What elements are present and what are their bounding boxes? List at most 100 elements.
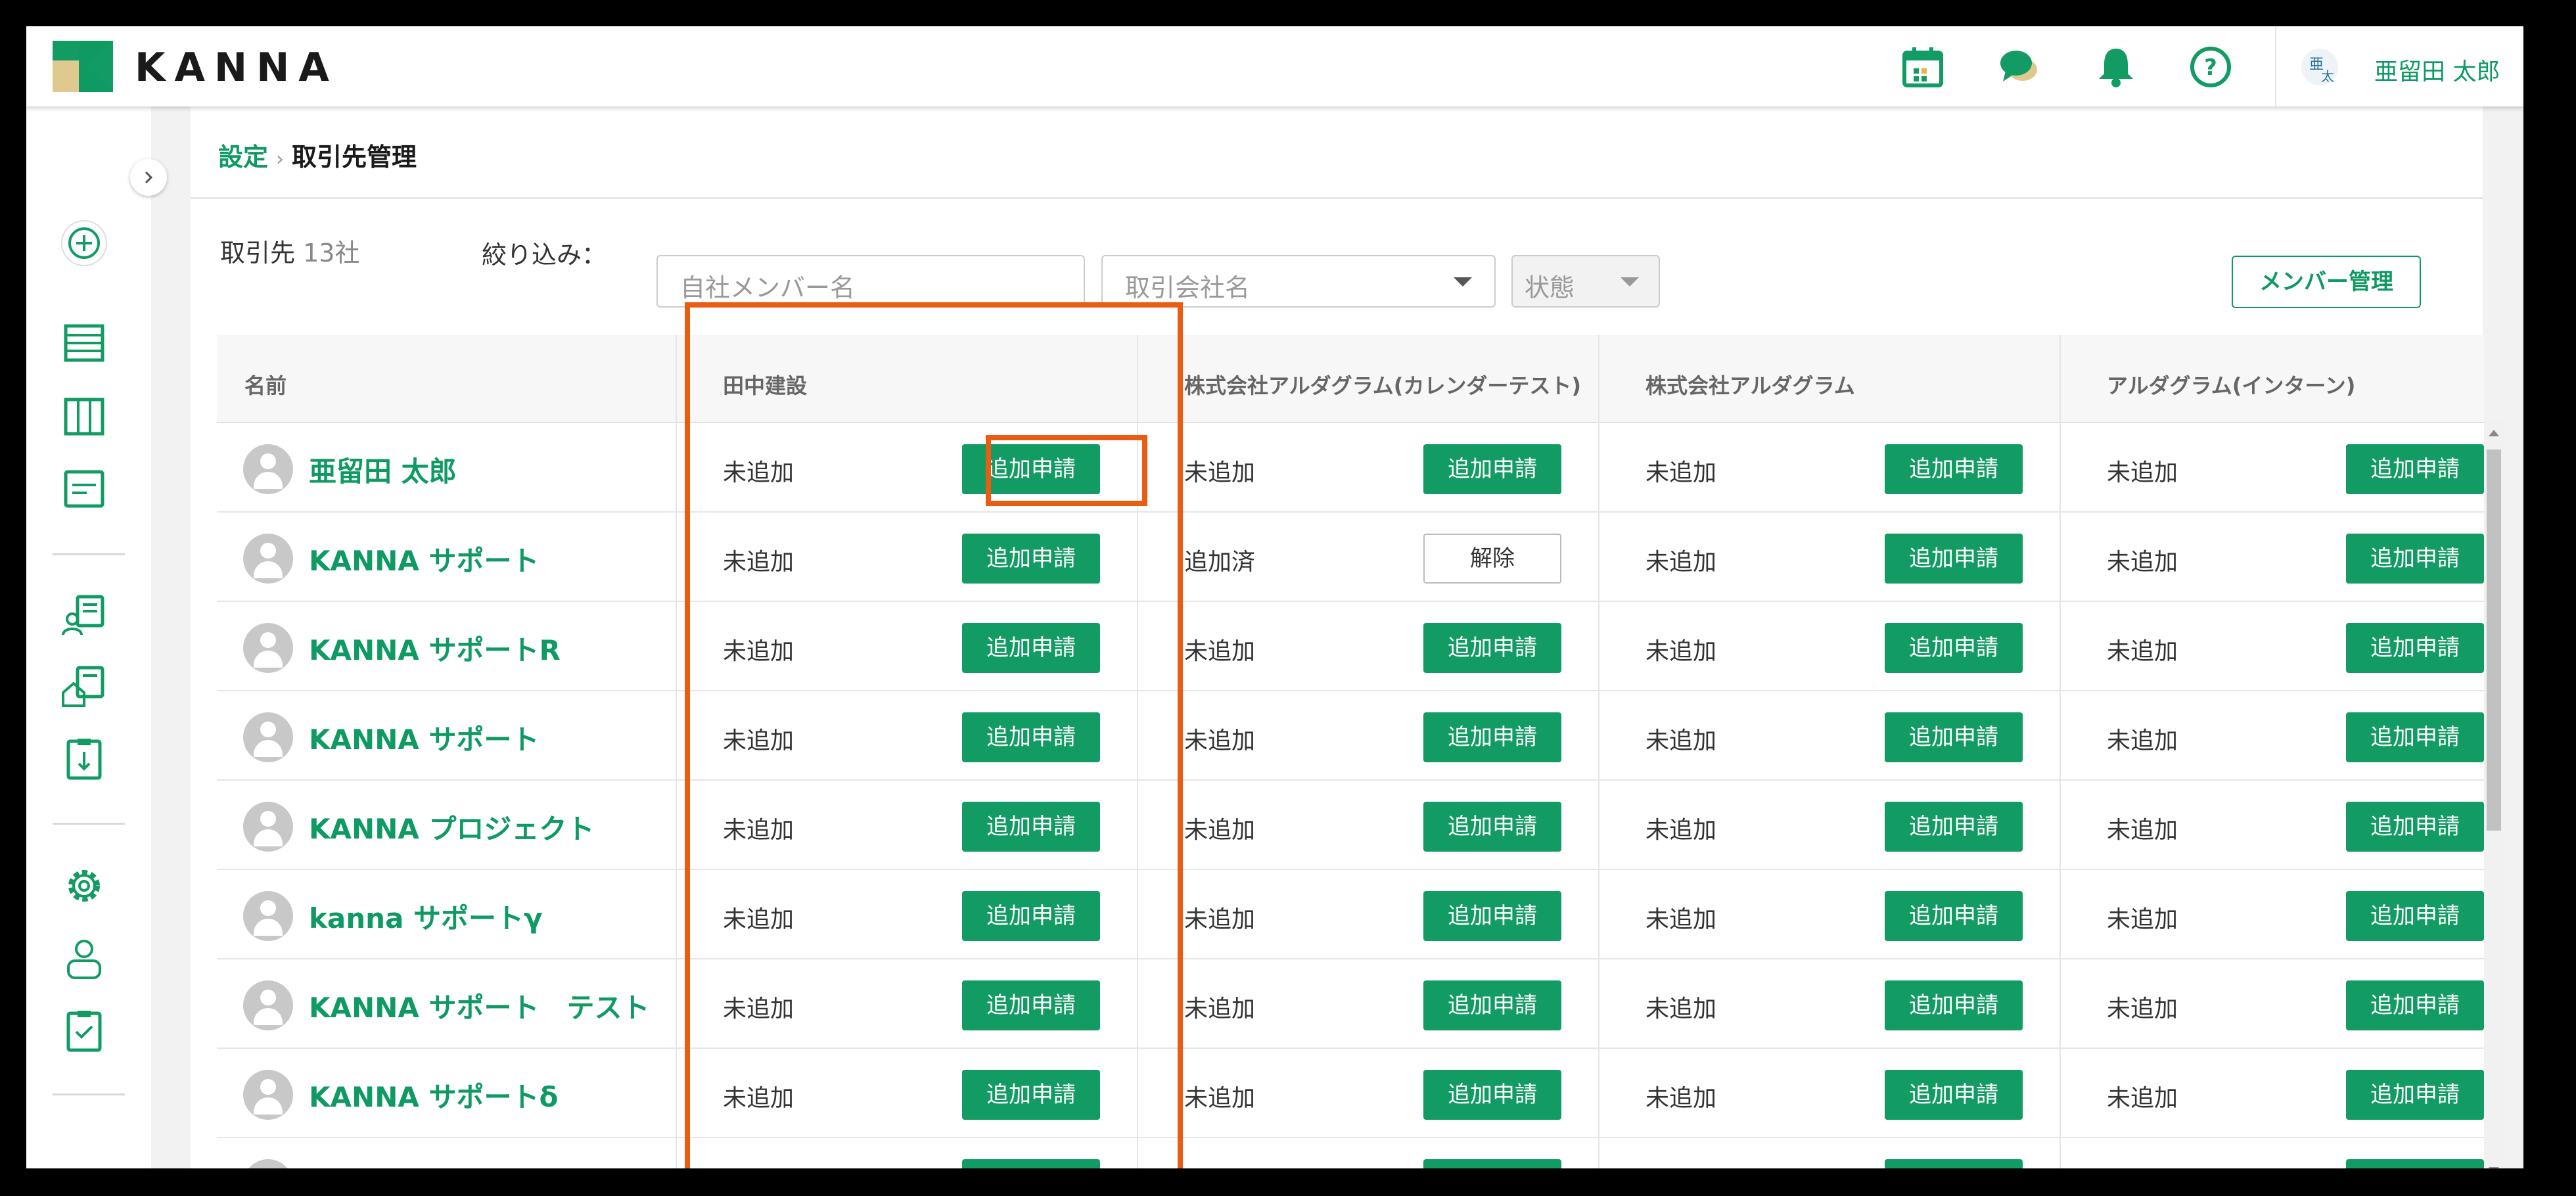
breadcrumb-current: 取引先管理 xyxy=(292,143,417,172)
membership-status: 未追加 xyxy=(1184,906,1256,933)
table-row: KANNA サポート 未追加 追加申請 未追加 追加申請 未追加 追加申請 未追加 追加申請 xyxy=(217,691,2484,781)
add-request-button[interactable]: 追加申請 xyxy=(1885,712,2023,762)
member-name-link[interactable]: KANNA サポート xyxy=(309,539,539,579)
add-request-button[interactable]: 追加申請 xyxy=(1423,802,1561,852)
document-icon[interactable] xyxy=(60,465,108,513)
user-avatar-icon xyxy=(243,534,293,584)
help-icon[interactable]: ? xyxy=(2188,45,2233,89)
table-row: KANNA サポートR 未追加 追加申請 未追加 追加申請 未追加 追加申請 未追加 追加申請 xyxy=(217,602,2484,691)
membership-status: 未追加 xyxy=(1645,459,1717,486)
add-request-button[interactable]: 追加申請 xyxy=(1423,980,1561,1030)
add-request-button[interactable]: 追加申請 xyxy=(1885,980,2023,1030)
vertical-scrollbar[interactable] xyxy=(2484,421,2504,1168)
add-request-button[interactable]: 追加申請 xyxy=(962,534,1100,584)
column-header: 名前 xyxy=(244,373,287,398)
member-name-link[interactable]: KANNA サポートR xyxy=(309,628,561,668)
clipboard-check-icon[interactable] xyxy=(60,1007,108,1054)
add-request-button[interactable]: 追加申請 xyxy=(2346,980,2484,1030)
add-request-button[interactable]: 追加申請 xyxy=(962,980,1100,1030)
member-name-input[interactable]: 自社メンバー名 xyxy=(656,255,1085,308)
partner-count-value: 13社 xyxy=(303,239,360,267)
logo-text: KANNA xyxy=(135,45,338,91)
member-name-link[interactable]: KANNA サポートδ xyxy=(309,1075,558,1115)
membership-status: 未追加 xyxy=(723,1085,794,1112)
add-request-button[interactable]: 追加申請 xyxy=(2346,712,2484,762)
house-icon[interactable] xyxy=(60,662,108,710)
building-user-icon[interactable] xyxy=(60,591,108,639)
add-request-button[interactable]: 追加申請 xyxy=(962,1159,1100,1168)
add-icon[interactable] xyxy=(60,219,108,267)
calendar-icon[interactable] xyxy=(1900,45,1945,89)
state-select[interactable]: 状態 xyxy=(1511,255,1660,308)
add-request-button[interactable]: 追加申請 xyxy=(1885,891,2023,941)
member-name-link[interactable]: kanna サポートγ xyxy=(309,896,543,936)
column-header: 株式会社アルダグラム(カレンダーテスト) xyxy=(1184,373,1581,398)
member-name-link[interactable]: KANNA テスト xyxy=(309,1164,511,1168)
add-request-button[interactable]: 追加申請 xyxy=(962,712,1100,762)
user-avatar-icon xyxy=(243,1159,293,1168)
chevron-down-icon xyxy=(1621,277,1639,287)
list-icon[interactable] xyxy=(60,319,108,367)
member-name-link[interactable]: 亜留田 太郎 xyxy=(309,449,457,490)
add-request-button[interactable]: 追加申請 xyxy=(962,891,1100,941)
add-request-button[interactable]: 追加申請 xyxy=(1423,712,1561,762)
membership-status: 未追加 xyxy=(1184,817,1256,844)
add-request-button[interactable]: 追加申請 xyxy=(962,1070,1100,1120)
add-request-button[interactable]: 追加申請 xyxy=(1885,534,2023,584)
membership-status: 未追加 xyxy=(723,549,794,576)
board-icon[interactable] xyxy=(60,393,108,440)
add-request-button[interactable]: 追加申請 xyxy=(1423,1159,1561,1168)
user-name[interactable]: 亜留田 太郎 xyxy=(2374,53,2500,87)
sidebar-separator xyxy=(53,823,125,825)
add-request-button[interactable]: 追加申請 xyxy=(2346,802,2484,852)
add-request-button[interactable]: 追加申請 xyxy=(962,444,1100,494)
user-avatar[interactable]: 亜 太 xyxy=(2301,49,2338,85)
add-request-button[interactable]: 追加申請 xyxy=(1885,802,2023,852)
add-request-button[interactable]: 追加申請 xyxy=(2346,1070,2484,1120)
table-row: kanna サポートγ 未追加 追加申請 未追加 追加申請 未追加 追加申請 未追加 追加申請 xyxy=(217,870,2484,959)
member-name-link[interactable]: KANNA サポート xyxy=(309,718,539,758)
release-button[interactable]: 解除 xyxy=(1423,534,1561,584)
person-icon[interactable] xyxy=(60,934,108,982)
add-request-button[interactable]: 追加申請 xyxy=(1885,1070,2023,1120)
company-name-select[interactable]: 取引会社名 xyxy=(1101,255,1496,308)
add-request-button[interactable]: 追加申請 xyxy=(2346,891,2484,941)
add-request-button[interactable]: 追加申請 xyxy=(2346,1159,2484,1168)
add-request-button[interactable]: 追加申請 xyxy=(1423,444,1561,494)
member-name-link[interactable]: KANNA サポート テスト xyxy=(309,986,649,1026)
bell-icon[interactable] xyxy=(2094,45,2138,89)
add-request-button[interactable]: 追加申請 xyxy=(1423,623,1561,673)
scroll-up-arrow-icon[interactable] xyxy=(2489,430,2499,436)
add-request-button[interactable]: 追加申請 xyxy=(2346,534,2484,584)
breadcrumb-settings-link[interactable]: 設定 xyxy=(218,143,268,172)
gear-icon[interactable] xyxy=(60,862,108,909)
add-request-button[interactable]: 追加申請 xyxy=(962,802,1100,852)
kanna-logo-icon[interactable] xyxy=(53,41,113,92)
add-request-button[interactable]: 追加申請 xyxy=(1423,1070,1561,1120)
membership-status: 未追加 xyxy=(1645,1085,1717,1112)
sidebar-collapse-button[interactable] xyxy=(130,159,167,196)
membership-status: 未追加 xyxy=(1645,549,1717,576)
add-request-button[interactable]: 追加申請 xyxy=(1885,623,2023,673)
member-manage-button[interactable]: メンバー管理 xyxy=(2232,256,2421,308)
member-name-link[interactable]: KANNA プロジェクト xyxy=(309,807,594,847)
table-row: KANNA サポートδ 未追加 追加申請 未追加 追加申請 未追加 追加申請 未追加 追加申請 xyxy=(217,1049,2484,1138)
add-request-button[interactable]: 追加申請 xyxy=(962,623,1100,673)
add-request-button[interactable]: 追加申請 xyxy=(1885,1159,2023,1168)
member-name-placeholder: 自社メンバー名 xyxy=(680,273,856,302)
add-request-button[interactable]: 追加申請 xyxy=(2346,444,2484,494)
clipboard-download-icon[interactable] xyxy=(60,735,108,782)
user-avatar-icon xyxy=(243,712,293,762)
membership-status: 未追加 xyxy=(723,906,794,933)
membership-status: 未追加 xyxy=(723,459,794,486)
add-request-button[interactable]: 追加申請 xyxy=(2346,623,2484,673)
add-request-button[interactable]: 追加申請 xyxy=(1885,444,2023,494)
membership-status: 未追加 xyxy=(1184,727,1256,754)
scroll-thumb[interactable] xyxy=(2487,449,2501,831)
add-request-button[interactable]: 追加申請 xyxy=(1423,891,1561,941)
partner-count: 取引先 13社 xyxy=(220,239,360,267)
table-row: KANNA プロジェクト 未追加 追加申請 未追加 追加申請 未追加 追加申請 未追加 追加申請 xyxy=(217,781,2484,870)
scroll-down-arrow-icon[interactable] xyxy=(2489,1167,2499,1168)
chat-icon[interactable] xyxy=(1998,45,2042,89)
membership-status: 未追加 xyxy=(1184,459,1256,486)
